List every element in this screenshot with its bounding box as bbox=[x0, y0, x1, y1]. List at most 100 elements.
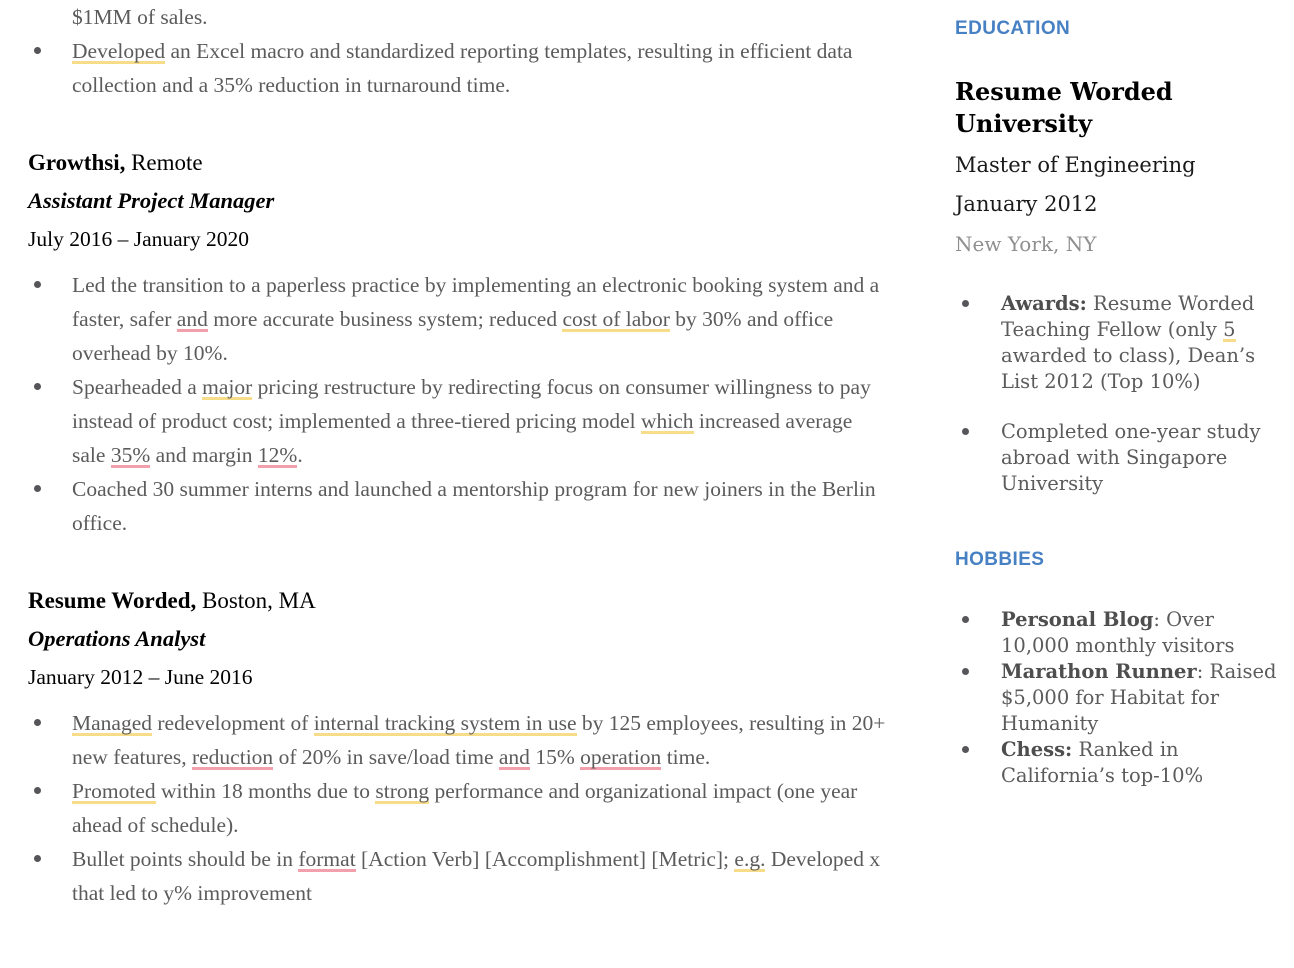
highlight-pink: and bbox=[177, 307, 208, 332]
spacer bbox=[28, 178, 886, 186]
bullet-text: more accurate business system; reduced bbox=[208, 307, 563, 331]
job-location: Remote bbox=[125, 150, 202, 175]
spacer bbox=[955, 497, 1285, 549]
hobby-label: Personal Blog bbox=[1001, 608, 1153, 631]
job-title: Operations Analyst bbox=[28, 624, 886, 654]
list-item: Personal Blog: Over 10,000 monthly visit… bbox=[955, 607, 1285, 659]
bullet-dot-icon bbox=[34, 855, 41, 862]
highlight-pink: 12% bbox=[258, 443, 297, 468]
job-bullet-list: Managed redevelopment of internal tracki… bbox=[28, 706, 886, 910]
section-title-education: EDUCATION bbox=[955, 18, 1285, 40]
bullet-dot-icon bbox=[34, 485, 41, 492]
highlight-yellow: internal tracking system in use bbox=[314, 711, 577, 736]
highlight-pink: format bbox=[298, 847, 355, 872]
section-title-hobbies: HOBBIES bbox=[955, 549, 1285, 571]
hobby-label: Marathon Runner bbox=[1001, 660, 1197, 683]
bullet-text: time. bbox=[661, 745, 710, 769]
bullet-text: 15% bbox=[530, 745, 580, 769]
job-dates: January 2012 – June 2016 bbox=[28, 662, 886, 692]
bullet-text: Bullet points should be in bbox=[72, 847, 298, 871]
spacer bbox=[28, 102, 886, 148]
list-item: Spearheaded a major pricing restructure … bbox=[28, 370, 886, 472]
spacer bbox=[28, 692, 886, 706]
list-item: Coached 30 summer interns and launched a… bbox=[28, 472, 886, 540]
spacer bbox=[28, 654, 886, 662]
highlight-yellow: cost of labor bbox=[562, 307, 669, 332]
job-dates: July 2016 – January 2020 bbox=[28, 224, 886, 254]
spacer bbox=[28, 216, 886, 224]
education-bullet-list: Awards: Resume Worded Teaching Fellow (o… bbox=[955, 291, 1285, 497]
bullet-dot-icon bbox=[34, 383, 41, 390]
spacer bbox=[955, 571, 1285, 607]
bullet-text: Spearheaded a bbox=[72, 375, 202, 399]
spacer bbox=[955, 0, 1285, 18]
job-location: Boston, MA bbox=[196, 588, 316, 613]
list-item: Bullet points should be in format [Actio… bbox=[28, 842, 886, 910]
intro-bullet-list: Developed an Excel macro and standardize… bbox=[28, 34, 886, 102]
spacer bbox=[28, 254, 886, 268]
bullet-dot-icon bbox=[962, 746, 969, 753]
spacer bbox=[28, 616, 886, 624]
bullet-text: of 20% in save/load time bbox=[273, 745, 499, 769]
list-item: Completed one-year study abroad with Sin… bbox=[955, 419, 1285, 497]
company-name: Growthsi, bbox=[28, 150, 125, 175]
bullet-text: awarded to class), Dean’s List 2012 (Top… bbox=[1001, 344, 1255, 393]
list-item: Marathon Runner: Raised $5,000 for Habit… bbox=[955, 659, 1285, 737]
highlight-pink: and bbox=[499, 745, 530, 770]
highlight-yellow: Managed bbox=[72, 711, 152, 736]
job-entry-growthsi: Growthsi, Remote Assistant Project Manag… bbox=[28, 148, 886, 540]
resume-page: $1MM of sales. Developed an Excel macro … bbox=[0, 0, 1294, 968]
list-item: Promoted within 18 months due to strong … bbox=[28, 774, 886, 842]
bullet-text: redevelopment of bbox=[152, 711, 314, 735]
spacer bbox=[955, 40, 1285, 76]
bullet-text: [Action Verb] [Accomplishment] [Metric]; bbox=[356, 847, 735, 871]
bullet-text: . bbox=[297, 443, 302, 467]
highlight-yellow: which bbox=[641, 409, 694, 434]
bullet-text: Completed one-year study abroad with Sin… bbox=[1001, 420, 1261, 495]
highlight-pink: reduction bbox=[192, 745, 273, 770]
spacer bbox=[955, 219, 1285, 229]
continued-bullet-text: $1MM of sales. bbox=[72, 5, 208, 29]
job-bullet-list: Led the transition to a paperless practi… bbox=[28, 268, 886, 540]
highlight-yellow: major bbox=[202, 375, 252, 400]
main-column: $1MM of sales. Developed an Excel macro … bbox=[28, 0, 886, 910]
section-education: EDUCATION Resume Worded University Maste… bbox=[955, 0, 1285, 497]
highlight-yellow: Promoted bbox=[72, 779, 156, 804]
bullet-text: Coached 30 summer interns and launched a… bbox=[72, 477, 876, 535]
spacer bbox=[955, 259, 1285, 291]
bullet-text: and margin bbox=[150, 443, 258, 467]
bullet-dot-icon bbox=[34, 281, 41, 288]
job-heading: Resume Worded, Boston, MA bbox=[28, 586, 886, 616]
company-name: Resume Worded, bbox=[28, 588, 196, 613]
job-heading: Growthsi, Remote bbox=[28, 148, 886, 178]
job-title: Assistant Project Manager bbox=[28, 186, 886, 216]
job-entry-resume-worded: Resume Worded, Boston, MA Operations Ana… bbox=[28, 586, 886, 910]
hobbies-bullet-list: Personal Blog: Over 10,000 monthly visit… bbox=[955, 607, 1285, 789]
bullet-text: within 18 months due to bbox=[156, 779, 376, 803]
bullet-dot-icon bbox=[962, 668, 969, 675]
bullet-dot-icon bbox=[962, 428, 969, 435]
education-school: Resume Worded University bbox=[955, 76, 1285, 140]
education-date: January 2012 bbox=[955, 189, 1285, 219]
highlight-pink: operation bbox=[580, 745, 661, 770]
spacer bbox=[955, 140, 1285, 150]
list-item: Chess: Ranked in California’s top-10% bbox=[955, 737, 1285, 789]
education-degree: Master of Engineering bbox=[955, 150, 1285, 180]
spacer bbox=[955, 180, 1285, 189]
list-item: Led the transition to a paperless practi… bbox=[28, 268, 886, 370]
highlight-yellow: Developed bbox=[72, 39, 165, 64]
section-hobbies: HOBBIES Personal Blog: Over 10,000 month… bbox=[955, 549, 1285, 789]
highlight-yellow: strong bbox=[375, 779, 429, 804]
list-item: Awards: Resume Worded Teaching Fellow (o… bbox=[955, 291, 1285, 395]
list-item: Managed redevelopment of internal tracki… bbox=[28, 706, 886, 774]
hobby-label: Chess: bbox=[1001, 738, 1072, 761]
bullet-dot-icon bbox=[34, 787, 41, 794]
education-location: New York, NY bbox=[955, 229, 1285, 259]
spacer bbox=[28, 540, 886, 586]
side-column: EDUCATION Resume Worded University Maste… bbox=[955, 0, 1285, 789]
bullet-dot-icon bbox=[34, 47, 41, 54]
list-item: Developed an Excel macro and standardize… bbox=[28, 34, 886, 102]
bullet-dot-icon bbox=[34, 719, 41, 726]
highlight-pink: 35% bbox=[111, 443, 150, 468]
highlight-yellow: 5 bbox=[1223, 318, 1235, 342]
